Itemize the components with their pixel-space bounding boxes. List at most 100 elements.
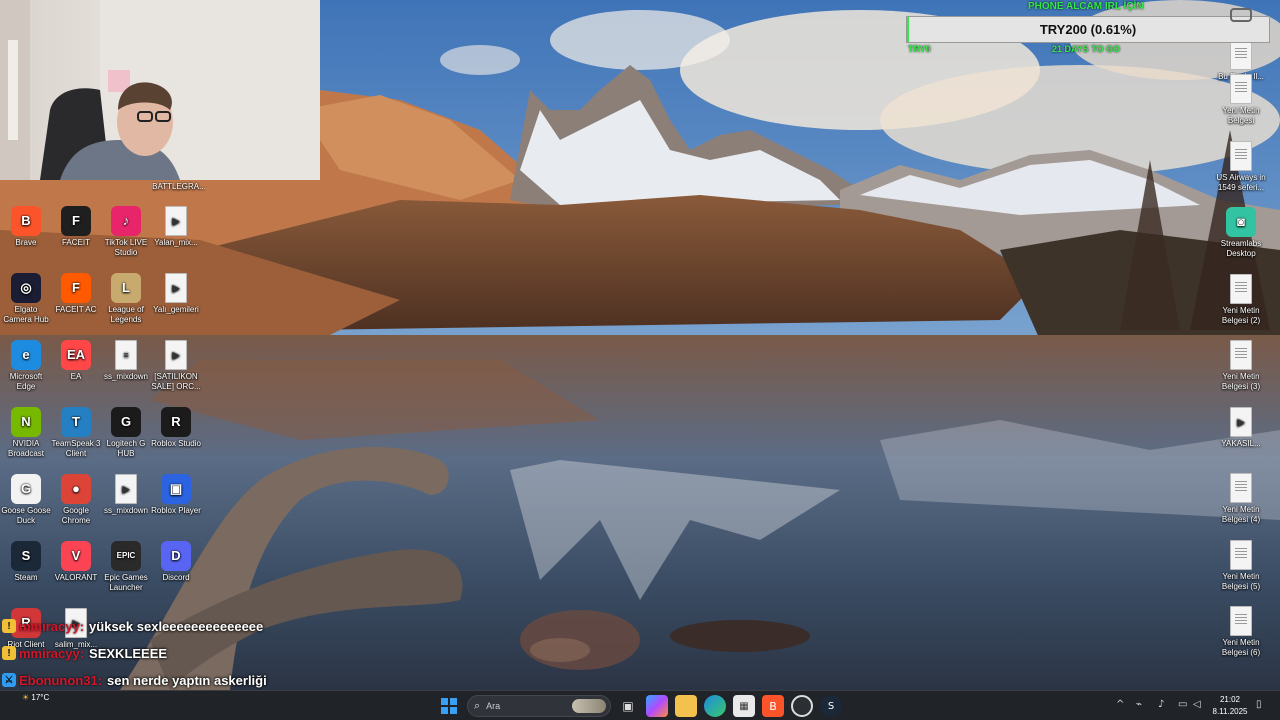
store-icon[interactable]: ▦ [733,695,755,717]
desktop-icon-label: TikTok LIVE Studio [104,238,148,257]
chat-text: sen nerde yaptın askerliği [107,672,267,688]
desktop-icon[interactable]: ▶ [SATILIKON SALE] ORC... [150,340,202,392]
icon-glyph: ▶ [172,216,180,226]
desktop-icon[interactable]: Yeni Metin Belgesi (5) [1215,540,1267,592]
clock-date: 8.11.2025 [1212,707,1248,716]
desktop-icon[interactable]: Yeni Metin Belgesi (2) [1215,274,1267,326]
obs-icon[interactable] [791,695,813,717]
desktop-icon-label: TeamSpeak 3 Client [51,439,101,458]
desktop-icon[interactable]: D Discord [150,541,202,583]
icon-glyph: T [72,414,80,429]
desktop-icon[interactable]: L League of Legends [100,273,152,325]
desktop-icon-label: US Airways in 1549 seferi... [1216,173,1266,192]
tray-overflow-icon[interactable]: ^ [1116,699,1124,710]
streamlabs-icon: ◙ [1226,207,1256,237]
video-file-icon: ▶ [165,273,187,303]
desktop-icon[interactable]: EPIC Epic Games Launcher [100,541,152,593]
desktop-icon[interactable]: ≡ ss_mixdown [100,340,152,382]
desktop-icon[interactable]: R Roblox Studio [150,407,202,449]
icon-glyph: ▶ [1237,417,1245,427]
icon-glyph: ▣ [169,481,183,496]
goal-title: PHONE ALCAM IRL İÇİN [1028,1,1144,12]
icon-glyph: V [71,548,81,563]
icon-glyph: B [21,213,31,228]
desktop-icon[interactable]: ▶ Yalı_gemileri [150,273,202,315]
goal-current-amount: TRY0 [908,44,931,54]
faceit-icon: F [61,206,91,236]
desktop-icon[interactable]: ▶ YAKASIL... [1215,407,1267,449]
desktop-icon[interactable]: EA EA [50,340,102,382]
desktop-icon[interactable]: ▶ ss_mixdown [100,474,152,516]
chat-text: yüksek sexleeeeeeeeeeeeee [89,618,264,634]
desktop-icon[interactable]: B Brave [0,206,52,248]
desktop-icon[interactable]: T TeamSpeak 3 Client [50,407,102,459]
goal-days-left: 21 DAYS TO GO [1052,44,1121,54]
video-file-icon: ▶ [165,206,187,236]
webcam-overlay [0,0,320,180]
desktop-icon-label: Brave [15,238,37,247]
desktop-icon[interactable]: ● Google Chrome [50,474,102,526]
steam-icon[interactable]: S [820,695,842,717]
document-icon [1230,473,1252,503]
chat-username: mmiracyy: [19,618,85,634]
audio-file-icon: ≡ [115,340,137,370]
desktop-icon-label: YAKASIL... [1221,439,1261,448]
desktop-icon-label: EA [70,372,82,381]
task-view-icon[interactable]: ▣ [617,695,639,717]
icon-glyph: ▶ [122,484,130,494]
desktop-icon[interactable]: Yeni Metin Belgesi (4) [1215,473,1267,525]
goose-duck-icon: G [11,474,41,504]
desktop-icon[interactable]: Yeni Metin Belgesi (6) [1215,606,1267,658]
faceit-ac-icon: F [61,273,91,303]
desktop-icon-label: Yeni Metin Belgesi (6) [1221,638,1261,657]
start-icon[interactable] [438,695,460,717]
desktop-icon[interactable]: G Goose Goose Duck [0,474,52,526]
chat-message: ! mmiracyy: SEXKLEEEE [2,644,167,662]
icon-glyph: EPIC [116,551,136,560]
desktop-icon[interactable]: US Airways in 1549 seferi... [1215,141,1267,193]
brave-icon[interactable]: B [762,695,784,717]
microphone-icon[interactable]: ♪ [1158,699,1164,710]
desktop-icon-label: Yeni Metin Belgesi (2) [1221,306,1261,325]
desktop-icon-battlegrounds[interactable]: BATTLEGRA... [152,182,206,192]
desktop-icon-label: League of Legends [108,305,144,324]
desktop-icon-label: Streamlabs Desktop [1220,239,1262,258]
desktop-icon[interactable]: G Logitech G HUB [100,407,152,459]
epic-games-icon: EPIC [111,541,141,571]
desktop-icon[interactable]: Yeni Metin Belgesi [1215,74,1267,126]
desktop-icon[interactable]: e Microsoft Edge [0,340,52,392]
desktop-icon[interactable]: V VALORANT [50,541,102,583]
icon-glyph: e [22,347,30,362]
weather-widget[interactable]: ☀ 17°C [22,693,49,702]
desktop-icon-label: Roblox Studio [151,439,201,448]
desktop-icon[interactable]: S Steam [0,541,52,583]
taskbar-clock[interactable]: 21:02 8.11.2025 [1208,694,1252,718]
taskbar-search[interactable]: ⌕ Ara [467,695,611,717]
desktop-icon[interactable]: ◙ Streamlabs Desktop [1215,207,1267,259]
search-icon: ⌕ [474,699,481,712]
notification-icon[interactable]: ▯ [1256,699,1262,710]
network-icon[interactable]: ⌁ [1136,699,1142,710]
roblox-player-icon: ▣ [161,474,191,504]
chat-username: Ebonunon31: [19,672,103,688]
display-icon[interactable]: ▭ [1178,699,1187,710]
document-icon [1230,340,1252,370]
desktop-icon[interactable]: ▣ Roblox Player [150,474,202,516]
volume-icon[interactable]: ◁ [1193,699,1201,710]
file-explorer-icon[interactable] [675,695,697,717]
document-icon [1230,74,1252,104]
desktop-icon[interactable]: F FACEIT AC [50,273,102,315]
desktop-icon[interactable]: F FACEIT [50,206,102,248]
desktop-icon[interactable]: ♪ TikTok LIVE Studio [100,206,152,258]
desktop-icon[interactable]: ◎ Elgato Camera Hub [0,273,52,325]
icon-glyph: S [21,548,31,563]
edge-icon[interactable] [704,695,726,717]
copilot-icon[interactable] [646,695,668,717]
desktop-icon[interactable]: ▶ Yalan_mix... [150,206,202,248]
ea-icon: EA [61,340,91,370]
desktop-icon-label: [SATILIKON SALE] ORC... [151,372,201,391]
document-icon [1230,274,1252,304]
desktop-icon[interactable]: Yeni Metin Belgesi (3) [1215,340,1267,392]
taskbar: ☀ 17°C ⌕ Ara ▣ ▦ B S ^ ⌁ ♪ ▭ ◁ 21:02 8.1… [0,690,1280,720]
desktop-icon[interactable]: N NVIDIA Broadcast [0,407,52,459]
